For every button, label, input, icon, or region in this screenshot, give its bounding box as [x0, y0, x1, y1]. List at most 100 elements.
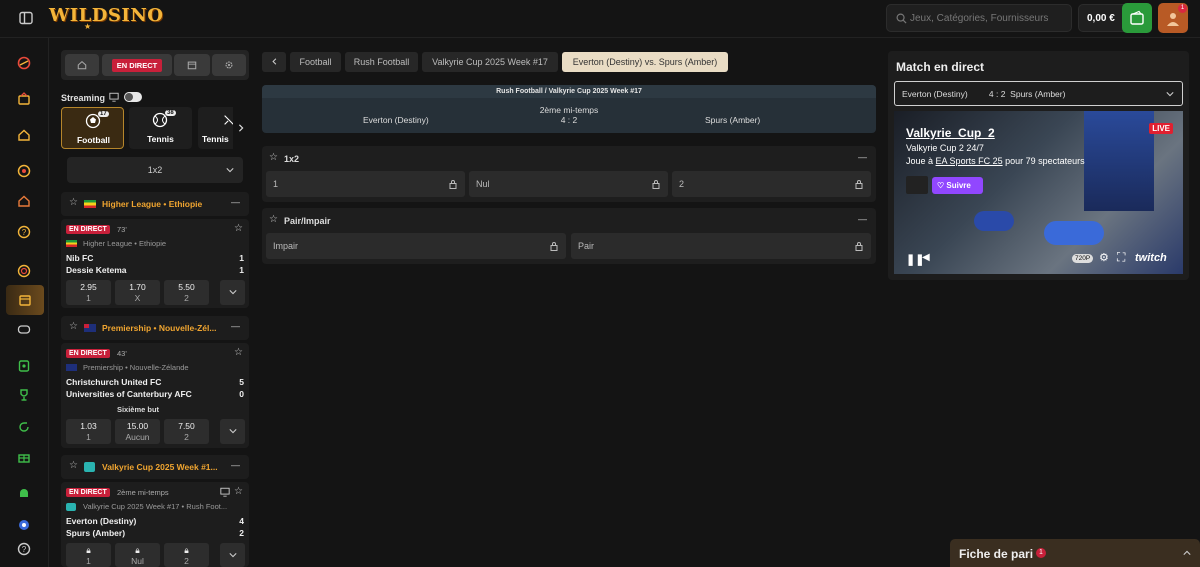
tab-calendar[interactable]: [174, 54, 210, 76]
odd-button-locked[interactable]: 🔒︎ 2: [164, 543, 209, 567]
odd-label: X: [134, 293, 141, 303]
tab-home[interactable]: [65, 54, 99, 76]
fullscreen-icon[interactable]: ⛶: [1117, 250, 1125, 265]
live-badge: EN DIRECT: [66, 225, 110, 234]
bonus-icon[interactable]: [8, 353, 40, 379]
monitor-icon: [109, 92, 119, 102]
odd-button[interactable]: 1.70 X: [115, 280, 160, 305]
quality-badge[interactable]: 720P: [1072, 254, 1094, 263]
sport-tile-football[interactable]: 17 Football: [61, 107, 124, 149]
tab-settings[interactable]: [212, 54, 246, 76]
collapse-icon[interactable]: —: [858, 214, 867, 224]
sidebar-toggle-icon[interactable]: [18, 10, 34, 26]
streaming-toggle[interactable]: [124, 92, 142, 102]
search-box[interactable]: Jeux, Catégories, Fournisseurs: [886, 4, 1072, 32]
back-button[interactable]: [262, 52, 286, 72]
bet-cell-locked[interactable]: 1: [266, 171, 465, 197]
channel-avatar: [906, 176, 928, 194]
more-markets-button[interactable]: [220, 280, 245, 305]
league-header[interactable]: ☆ Valkyrie Cup 2025 Week #1... —: [61, 455, 249, 479]
match-period: 2ème mi-temps: [539, 105, 599, 115]
chevron-right-icon[interactable]: [237, 124, 245, 132]
collapse-icon[interactable]: —: [231, 321, 240, 331]
league-header[interactable]: ☆ Higher League • Ethiopie —: [61, 192, 249, 216]
roulette-icon[interactable]: [8, 258, 40, 284]
market-select[interactable]: 1x2: [67, 157, 243, 183]
sport-icon[interactable]: [8, 50, 40, 76]
odd-button[interactable]: 7.50 2: [164, 419, 209, 444]
lock-icon: [855, 180, 863, 189]
volume-icon[interactable]: ◀: [922, 252, 930, 263]
match-select[interactable]: Everton (Destiny) 4 : 2 Spurs (Amber): [894, 81, 1183, 106]
odd-button[interactable]: 15.00 Aucun: [115, 419, 160, 444]
star-icon[interactable]: ☆: [269, 214, 278, 225]
more-markets-button[interactable]: [220, 419, 245, 444]
home-icon[interactable]: [8, 122, 40, 148]
refresh-icon[interactable]: [8, 414, 40, 440]
market-pair-impair: ☆ Pair/Impair — Impair Pair: [262, 208, 876, 264]
odd-value: 15.00: [126, 421, 149, 431]
league-header[interactable]: ☆ Premiership • Nouvelle-Zél... —: [61, 316, 249, 340]
settings-gear-icon[interactable]: ⚙: [1099, 251, 1109, 264]
poker-icon[interactable]: [8, 158, 40, 184]
android-icon[interactable]: [8, 480, 40, 506]
odd-button[interactable]: 1.03 1: [66, 419, 111, 444]
bet-cell-locked[interactable]: Nul: [469, 171, 668, 197]
stream-game-link[interactable]: EA Sports FC 25: [936, 156, 1003, 166]
stream-monitor-icon[interactable]: [220, 487, 230, 497]
chrome-icon[interactable]: [8, 512, 40, 538]
video-player[interactable]: Valkyrie_Cup_2 LIVE Valkyrie Cup 2 24/7 …: [894, 111, 1183, 274]
star-icon[interactable]: ☆: [234, 223, 243, 234]
odd-label: 1: [86, 432, 91, 442]
help-icon[interactable]: ?: [8, 219, 40, 245]
stream-channel[interactable]: Valkyrie_Cup_2: [906, 126, 995, 140]
chevron-down-icon: [228, 553, 237, 558]
betslip-bar[interactable]: Fiche de pari 1: [950, 539, 1200, 567]
star-icon[interactable]: ☆: [234, 486, 243, 497]
breadcrumb-item[interactable]: Rush Football: [345, 52, 418, 72]
star-icon[interactable]: ☆: [234, 347, 243, 358]
match-card[interactable]: EN DIRECT 2ème mi-temps ☆ Valkyrie Cup 2…: [61, 482, 249, 567]
star-icon[interactable]: ☆: [69, 460, 78, 471]
collapse-icon[interactable]: —: [858, 152, 867, 162]
match-select-value: Everton (Destiny) 4 : 2 Spurs (Amber): [902, 89, 1066, 99]
tab-live[interactable]: EN DIRECT: [102, 54, 172, 76]
casino-icon[interactable]: [8, 86, 40, 112]
home-alt-icon[interactable]: [8, 188, 40, 214]
match-card[interactable]: EN DIRECT 73' ☆ Higher League • Ethiopie…: [61, 219, 249, 308]
star-icon[interactable]: ☆: [69, 197, 78, 208]
flag-new-zealand-icon: [84, 324, 96, 332]
bet-cell-locked[interactable]: Impair: [266, 233, 566, 259]
odd-button[interactable]: 5.50 2: [164, 280, 209, 305]
star-icon[interactable]: ☆: [269, 152, 278, 163]
sport-tile-tennis-2[interactable]: Tennis: [198, 107, 233, 149]
support-icon[interactable]: ?: [8, 536, 40, 562]
bet-cell-locked[interactable]: Pair: [571, 233, 871, 259]
breadcrumb-item[interactable]: Football: [290, 52, 341, 72]
gift-icon[interactable]: [8, 444, 40, 470]
betslip-count: 1: [1036, 548, 1046, 558]
betslip-label: Fiche de pari: [959, 547, 1034, 561]
match-card[interactable]: EN DIRECT 43' ☆ Premiership • Nouvelle-Z…: [61, 343, 249, 448]
gamepad-icon[interactable]: [8, 316, 40, 342]
bet-cell-locked[interactable]: 2: [672, 171, 871, 197]
odd-button-locked[interactable]: 🔒︎ 1: [66, 543, 111, 567]
more-markets-button[interactable]: [220, 543, 245, 567]
trophy-icon[interactable]: [8, 382, 40, 408]
breadcrumb-item[interactable]: Valkyrie Cup 2025 Week #17: [422, 52, 558, 72]
star-icon[interactable]: ☆: [69, 321, 78, 332]
chevron-down-icon: [228, 429, 237, 434]
collapse-icon[interactable]: —: [231, 460, 240, 470]
collapse-icon[interactable]: —: [231, 197, 240, 207]
odd-button[interactable]: 2.95 1: [66, 280, 111, 305]
top-bar: WILDSINO ★ Jeux, Catégories, Fournisseur…: [0, 0, 1200, 38]
user-avatar-button[interactable]: 1: [1158, 3, 1188, 33]
calendar-icon[interactable]: [6, 285, 44, 315]
sport-tile-tennis[interactable]: 38 Tennis: [129, 107, 192, 149]
logo[interactable]: WILDSINO: [49, 5, 163, 26]
wallet-button[interactable]: [1122, 3, 1152, 33]
twitch-logo[interactable]: twitch: [1135, 252, 1167, 264]
search-icon: [896, 13, 907, 24]
odd-button-locked[interactable]: 🔒︎ Nul: [115, 543, 160, 567]
follow-button[interactable]: ♡ Suivre: [932, 177, 983, 194]
